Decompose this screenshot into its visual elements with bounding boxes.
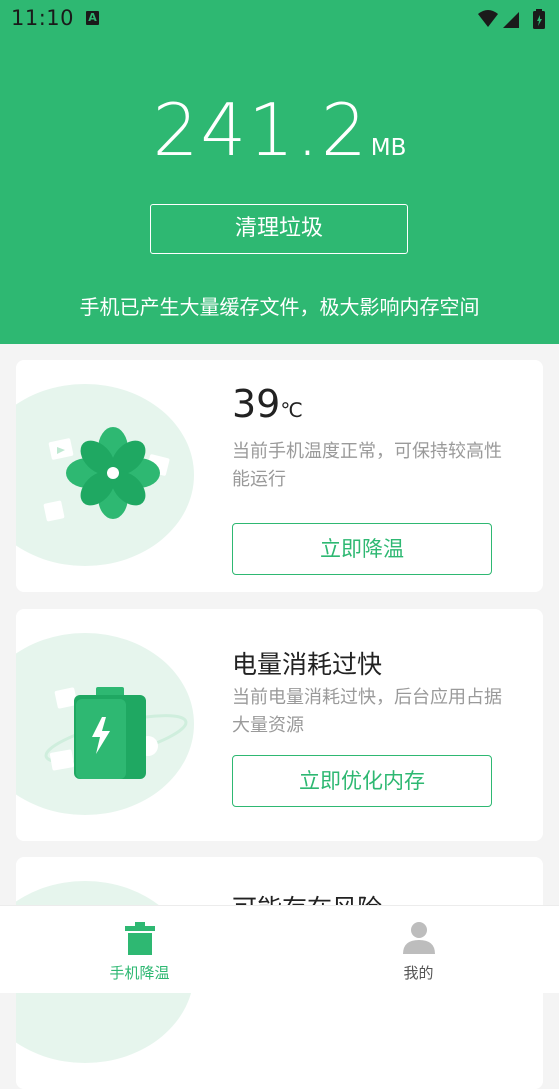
nav-item-cool-down[interactable]: 手机降温: [0, 906, 279, 993]
clean-junk-button[interactable]: 清理垃圾: [150, 204, 408, 254]
header-tip: 手机已产生大量缓存文件，极大影响内存空间: [79, 295, 480, 319]
cache-size: 241.2MB: [0, 88, 559, 172]
temperature-title: 39℃: [232, 382, 303, 426]
cache-size-value: 241.2: [152, 88, 369, 172]
nav-item-profile[interactable]: 我的: [279, 906, 558, 993]
nav-label-profile: 我的: [403, 964, 434, 982]
battery-title: 电量消耗过快: [232, 650, 383, 679]
cache-size-unit: MB: [370, 135, 407, 161]
cool-down-button[interactable]: 立即降温: [232, 523, 492, 575]
battery-card: 电量消耗过快 当前电量消耗过快，后台应用占据大量资源 立即优化内存: [16, 609, 543, 841]
header-banner: 11:10 A 241.2MB 清理垃圾 手机已产生大量缓存文件，极大影响内存空…: [0, 0, 559, 344]
trash-icon: [123, 920, 157, 956]
status-time: 11:10: [11, 6, 75, 30]
notification-a-icon: A: [86, 11, 99, 25]
status-bar: 11:10 A: [0, 0, 559, 38]
nav-label-cool-down: 手机降温: [109, 964, 170, 982]
battery-description: 当前电量消耗过快，后台应用占据大量资源: [232, 687, 502, 736]
bottom-navigation: 手机降温 我的: [0, 906, 559, 993]
status-icons: [477, 8, 549, 30]
optimize-memory-button[interactable]: 立即优化内存: [232, 755, 492, 807]
battery-icon: [36, 649, 196, 799]
wifi-icon: [478, 10, 498, 27]
temperature-unit: ℃: [280, 398, 303, 422]
user-icon: [402, 920, 436, 956]
signal-icon: [503, 12, 519, 28]
battery-status-icon: [533, 9, 545, 29]
temperature-description: 当前手机温度正常，可保持较高性能运行: [232, 441, 502, 490]
fan-icon: [36, 400, 196, 550]
temperature-card: 39℃ 当前手机温度正常，可保持较高性能运行 立即降温: [16, 360, 543, 592]
temperature-value: 39: [232, 382, 281, 426]
